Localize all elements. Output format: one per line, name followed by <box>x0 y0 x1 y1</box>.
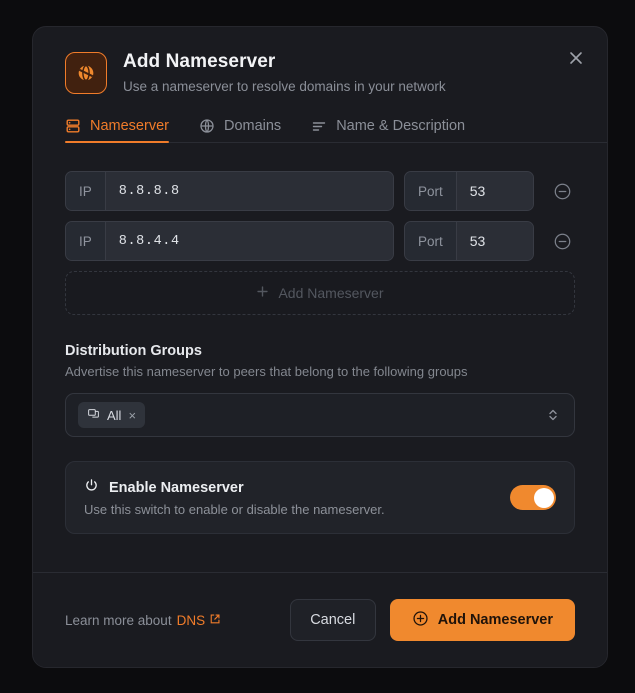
ip-label: IP <box>66 222 106 260</box>
learn-more-text: Learn more about DNS <box>65 613 276 628</box>
tab-domains[interactable]: Domains <box>199 118 281 143</box>
add-nameserver-row-button[interactable]: Add Nameserver <box>65 271 575 315</box>
peers-group-icon <box>87 407 100 423</box>
ip-field-2[interactable]: IP 8.8.4.4 <box>65 221 394 261</box>
minus-circle-icon[interactable] <box>549 178 575 204</box>
dns-docs-link[interactable]: DNS <box>177 613 222 628</box>
external-link-icon <box>209 613 221 628</box>
enable-nameserver-card: Enable Nameserver Use this switch to ena… <box>65 461 575 534</box>
page-title: Add Nameserver <box>123 50 583 74</box>
nameserver-row: IP 8.8.4.4 Port 53 <box>65 221 575 261</box>
ip-input[interactable]: 8.8.8.8 <box>106 172 393 210</box>
group-chip-label: All <box>107 408 121 423</box>
port-field-1[interactable]: Port 53 <box>404 171 534 211</box>
power-icon <box>84 478 99 497</box>
add-nameserver-row-label: Add Nameserver <box>278 285 383 301</box>
globe-icon <box>199 118 215 134</box>
page-subtitle: Use a nameserver to resolve domains in y… <box>123 78 583 96</box>
close-icon[interactable] <box>563 45 589 71</box>
ip-input[interactable]: 8.8.4.4 <box>106 222 393 260</box>
header-text-block: Add Nameserver Use a nameserver to resol… <box>123 49 583 96</box>
port-field-2[interactable]: Port 53 <box>404 221 534 261</box>
tab-bar: Nameserver Domains Name & Description <box>33 118 607 143</box>
cancel-button[interactable]: Cancel <box>290 599 376 641</box>
tab-nameserver[interactable]: Nameserver <box>65 118 169 143</box>
port-label: Port <box>405 172 457 210</box>
distribution-groups-select[interactable]: All × <box>65 393 575 437</box>
group-chip-all[interactable]: All × <box>78 402 145 428</box>
ip-label: IP <box>66 172 106 210</box>
toggle-knob <box>534 488 554 508</box>
dns-docs-link-label: DNS <box>177 613 206 628</box>
nameserver-row: IP 8.8.8.8 Port 53 <box>65 171 575 211</box>
modal-header: Add Nameserver Use a nameserver to resol… <box>33 27 607 96</box>
enable-nameserver-description: Use this switch to enable or disable the… <box>84 502 498 517</box>
modal-footer: Learn more about DNS Cancel <box>33 572 607 667</box>
port-input[interactable]: 53 <box>457 172 533 210</box>
port-label: Port <box>405 222 457 260</box>
port-input[interactable]: 53 <box>457 222 533 260</box>
tab-label: Domains <box>224 118 281 134</box>
server-stack-icon <box>65 118 81 134</box>
lines-icon <box>311 118 327 134</box>
cancel-button-label: Cancel <box>310 612 355 628</box>
add-nameserver-modal: Add Nameserver Use a nameserver to resol… <box>32 26 608 668</box>
add-nameserver-button[interactable]: Add Nameserver <box>390 599 575 641</box>
add-nameserver-button-label: Add Nameserver <box>438 612 553 628</box>
tab-label: Name & Description <box>336 118 465 134</box>
selected-chips: All × <box>78 402 546 428</box>
ip-field-1[interactable]: IP 8.8.8.8 <box>65 171 394 211</box>
tab-name-description[interactable]: Name & Description <box>311 118 465 143</box>
modal-body: IP 8.8.8.8 Port 53 IP 8.8.4.4 Port <box>33 143 607 572</box>
distribution-groups-title: Distribution Groups <box>65 343 575 359</box>
enable-text-block: Enable Nameserver Use this switch to ena… <box>84 478 498 517</box>
distribution-groups-subtitle: Advertise this nameserver to peers that … <box>65 364 575 379</box>
enable-title-row: Enable Nameserver <box>84 478 498 497</box>
chevron-updown-icon[interactable] <box>546 408 560 422</box>
globe-network-icon <box>65 52 107 94</box>
minus-circle-icon[interactable] <box>549 228 575 254</box>
plus-icon <box>256 285 269 301</box>
plus-circle-icon <box>412 610 429 631</box>
tab-label: Nameserver <box>90 118 169 134</box>
enable-nameserver-label: Enable Nameserver <box>109 480 244 496</box>
learn-more-prefix: Learn more about <box>65 613 172 628</box>
chip-remove-icon[interactable]: × <box>128 409 136 422</box>
enable-nameserver-toggle[interactable] <box>510 485 556 510</box>
